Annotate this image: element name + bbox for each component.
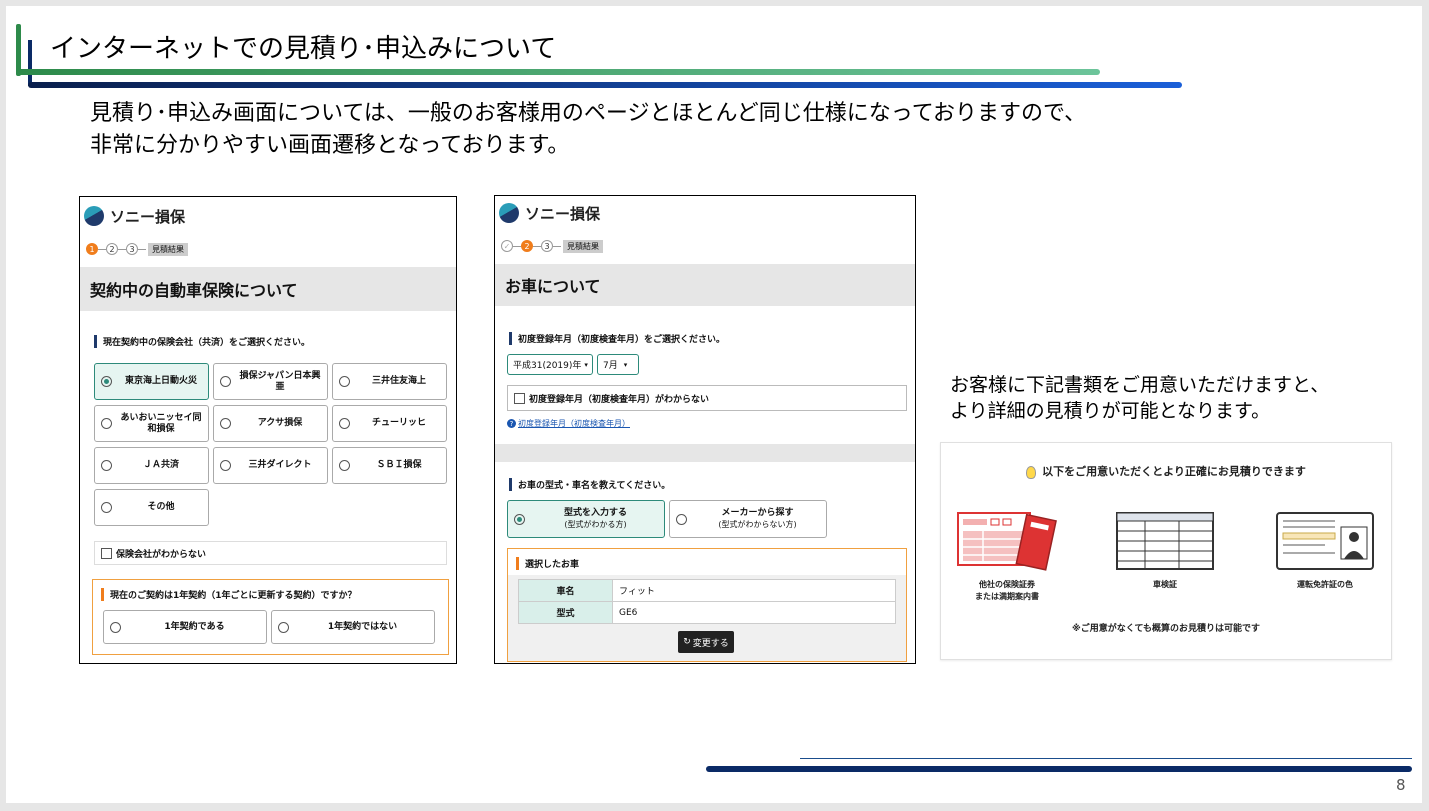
option-insurer-10[interactable]: その他 (94, 489, 209, 526)
vehicle-inspection-certificate-icon (1115, 509, 1215, 573)
option-insurer-3[interactable]: 三井住友海上 (332, 363, 447, 400)
radio-icon (101, 502, 112, 513)
footer-line-thin (800, 758, 1412, 759)
footer-line-thick (706, 766, 1412, 772)
documents-intro-text: お客様に下記書類をご用意いただけますと、 より詳細の見積りが可能となります。 (950, 372, 1329, 424)
step-indicator: ✓ 2 3 見積結果 (495, 236, 915, 256)
option-insurer-1[interactable]: 東京海上日動火災 (94, 363, 209, 400)
title-accent-bar-2 (28, 40, 32, 86)
step-result: 見積結果 (148, 242, 188, 256)
tab-search-maker[interactable]: メーカーから探す (型式がわからない方) (669, 500, 827, 538)
step-result: 見積結果 (563, 239, 603, 253)
doc-vehicle-inspection-label: 車検証 (1153, 580, 1177, 589)
step-2: 2 (521, 240, 533, 252)
question-first-registration: 初度登録年月（初度検査年月）をご選択ください。 (509, 332, 725, 345)
brand-header: ソニー損保 (80, 201, 456, 231)
month-select[interactable]: 7月 ▾ (597, 354, 639, 375)
slide-title: インターネットでの見積り･申込みについて (50, 34, 557, 64)
option-insurer-2[interactable]: 損保ジャパン日本興亜 (213, 363, 328, 400)
selected-car-title: 選択したお車 (516, 557, 579, 570)
option-one-year-no[interactable]: 1年契約ではない (271, 610, 435, 644)
question-model-name: お車の型式・車名を教えてください。 (509, 478, 670, 491)
option-insurer-6[interactable]: チューリッヒ (332, 405, 447, 442)
contract-period-box: 現在のご契約は1年契約（1年ごとに更新する契約）ですか？ 1年契約である 1年契… (92, 579, 449, 655)
documents-intro-line-1: お客様に下記書類をご用意いただけますと、 (950, 374, 1330, 396)
help-icon: ? (507, 419, 516, 428)
help-link[interactable]: ? 初度登録年月（初度検査年月） (507, 418, 630, 429)
step-3: 3 (541, 240, 553, 252)
step-1-done-check-icon: ✓ (501, 240, 513, 252)
radio-icon (110, 621, 121, 633)
table-row: 車名 フィット (518, 579, 896, 602)
change-car-button[interactable]: ↻ 変更する (678, 631, 734, 653)
option-insurer-7[interactable]: ＪＡ共済 (94, 447, 209, 484)
step-3: 3 (126, 243, 138, 255)
unknown-registration-checkbox[interactable]: 初度登録年月（初度検査年月）がわからない (507, 385, 907, 411)
title-underline-green (16, 69, 1100, 75)
step-indicator: 1 2 3 見積結果 (80, 239, 456, 259)
unknown-insurer-checkbox[interactable]: 保険会社がわからない (94, 541, 447, 565)
divider (495, 444, 915, 462)
radio-icon (339, 460, 350, 471)
radio-icon (220, 460, 231, 471)
lightbulb-icon (1026, 465, 1037, 479)
page-heading: お車について (495, 264, 915, 306)
selected-car-box: 選択したお車 車名 フィット 型式 GE6 ↻ 変更する (507, 548, 907, 662)
radio-icon (220, 418, 231, 429)
radio-icon (339, 376, 350, 387)
step-2: 2 (106, 243, 118, 255)
tab-enter-model[interactable]: 型式を入力する (型式がわかる方) (507, 500, 665, 538)
radio-icon (514, 513, 525, 525)
sony-logo-icon (499, 203, 519, 223)
checkbox-icon (101, 547, 112, 559)
radio-icon (220, 376, 231, 387)
radio-icon (101, 418, 112, 429)
sony-logo-icon (84, 206, 104, 226)
brand-name: ソニー損保 (110, 207, 186, 226)
drivers-license-icon (1275, 509, 1375, 573)
brand-name: ソニー損保 (525, 204, 601, 223)
question-contract-period: 現在のご契約は1年契約（1年ごとに更新する契約）ですか？ (101, 588, 357, 601)
title-underline-blue (28, 82, 1182, 88)
chevron-down-icon: ▾ (623, 360, 628, 369)
intro-line-2: 非常に分かりやすい画面遷移となっております。 (90, 133, 570, 158)
doc-insurance-policy-label: 他社の保険証券 または満期案内書 (975, 580, 1039, 601)
intro-text: 見積り･申込み画面については、一般のお客様用のページとほとんど同じ仕様になってお… (90, 98, 1086, 162)
documents-card: 以下をご用意いただくとより正確にお見積りできます 他社の保険証券 または満期案内… (940, 442, 1392, 660)
option-insurer-8[interactable]: 三井ダイレクト (213, 447, 328, 484)
page-heading: 契約中の自動車保険について (80, 267, 456, 311)
year-select[interactable]: 平成31(2019)年 ▾ (507, 354, 593, 375)
option-insurer-9[interactable]: ＳＢＩ損保 (332, 447, 447, 484)
intro-line-1: 見積り･申込み画面については、一般のお客様用のページとほとんど同じ仕様になってお… (90, 101, 1087, 126)
radio-icon (278, 621, 289, 633)
option-one-year-yes[interactable]: 1年契約である (103, 610, 267, 644)
documents-intro-line-2: より詳細の見積りが可能となります。 (950, 400, 1271, 422)
doc-license-color-label: 運転免許証の色 (1297, 580, 1353, 589)
selected-car-table: 車名 フィット 型式 GE6 (518, 579, 896, 624)
table-row: 型式 GE6 (518, 601, 896, 624)
step-1: 1 (86, 243, 98, 255)
screenshot-vehicle-info: ソニー損保 ✓ 2 3 見積結果 お車について 初度登録年月（初度検査年月）をご… (494, 195, 916, 664)
screenshot-current-insurance: ソニー損保 1 2 3 見積結果 契約中の自動車保険について 現在契約中の保険会… (79, 196, 457, 664)
chevron-down-icon: ▾ (584, 360, 588, 369)
brand-header: ソニー損保 (495, 198, 915, 228)
radio-icon (101, 376, 112, 387)
insurance-policy-icon (957, 509, 1057, 573)
radio-icon (676, 513, 687, 525)
documents-card-heading: 以下をご用意いただくとより正確にお見積りできます (941, 463, 1391, 479)
checkbox-icon (514, 392, 525, 404)
slide: インターネットでの見積り･申込みについて 見積り･申込み画面については、一般のお… (6, 6, 1422, 803)
option-insurer-5[interactable]: アクサ損保 (213, 405, 328, 442)
documents-note: ※ご用意がなくても概算のお見積りは可能です (1071, 624, 1261, 634)
page-number: 8 (1396, 776, 1406, 794)
option-insurer-4[interactable]: あいおいニッセイ同和損保 (94, 405, 209, 442)
radio-icon (339, 418, 350, 429)
radio-icon (101, 460, 112, 471)
refresh-icon: ↻ (683, 637, 691, 647)
question-insurer: 現在契約中の保険会社（共済）をご選択ください。 (94, 335, 310, 348)
